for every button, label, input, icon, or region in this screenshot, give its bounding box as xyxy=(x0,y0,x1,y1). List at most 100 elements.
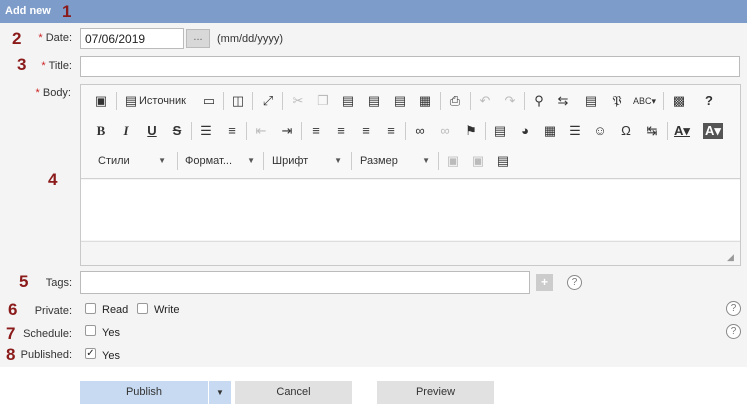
select-all-icon[interactable]: ▤ xyxy=(581,91,601,111)
justify-icon[interactable]: ≡ xyxy=(381,121,401,141)
size-combo[interactable]: Размер ▼ xyxy=(360,151,430,171)
marker-5: 5 xyxy=(19,272,29,291)
outdent-icon[interactable]: ⇤ xyxy=(251,121,271,141)
underline-icon[interactable]: U xyxy=(142,121,162,141)
copy-icon[interactable]: ❐ xyxy=(313,91,333,111)
published-checkbox[interactable]: ✓ xyxy=(85,348,96,359)
maximize-icon[interactable]: ⤢ xyxy=(258,91,278,111)
format-combo[interactable]: Формат... ▼ xyxy=(185,151,255,171)
toolbar-separator xyxy=(524,92,525,110)
date-label: * Date: xyxy=(30,32,72,44)
bulleted-list-icon[interactable]: ≡ xyxy=(222,121,242,141)
align-right-icon[interactable]: ≡ xyxy=(356,121,376,141)
templates-icon[interactable]: ▦ xyxy=(415,91,435,111)
page-break-icon[interactable]: ↹ xyxy=(642,121,662,141)
private-help-icon[interactable]: ? xyxy=(726,301,741,316)
editor-status-bar: ◢ xyxy=(81,241,740,265)
toolbar-separator xyxy=(116,92,117,110)
text-color-icon[interactable]: A▾ xyxy=(672,121,692,141)
tags-label: Tags: xyxy=(45,277,72,289)
preview-icon[interactable]: ◫ xyxy=(228,91,248,111)
marker-1: 1 xyxy=(62,2,72,21)
private-read-label: Read xyxy=(102,304,129,316)
undo-icon[interactable]: ↶ xyxy=(475,91,495,111)
anchor-icon[interactable]: ⚑ xyxy=(461,121,481,141)
font-combo[interactable]: Шрифт ▼ xyxy=(272,151,342,171)
title-input[interactable] xyxy=(80,56,740,77)
redo-icon[interactable]: ↷ xyxy=(500,91,520,111)
paste-word-icon[interactable]: ▤ xyxy=(390,91,410,111)
bold-icon[interactable]: B xyxy=(91,121,111,141)
private-write-checkbox[interactable] xyxy=(137,303,148,314)
publish-button[interactable]: Publish xyxy=(80,381,208,404)
tags-input[interactable] xyxy=(80,271,530,294)
schedule-help-icon[interactable]: ? xyxy=(726,324,741,339)
publish-options-button[interactable]: ▼ xyxy=(209,381,231,404)
paste-icon[interactable]: ▤ xyxy=(338,91,358,111)
unlink-icon[interactable]: ∞ xyxy=(435,121,455,141)
chevron-down-icon: ▼ xyxy=(422,156,430,165)
date-picker-button[interactable]: ... xyxy=(186,29,210,48)
flash-icon[interactable]: ◕ xyxy=(515,121,535,141)
toolbar-separator xyxy=(263,152,264,170)
cancel-button[interactable]: Cancel xyxy=(235,381,352,404)
indent-icon[interactable]: ⇥ xyxy=(277,121,297,141)
new-page-icon[interactable]: ▭ xyxy=(199,91,219,111)
paste-text-icon[interactable]: ▤ xyxy=(364,91,384,111)
title-label-text: Title: xyxy=(48,60,72,72)
cut-icon[interactable]: ✂ xyxy=(288,91,308,111)
marker-6: 6 xyxy=(8,300,18,319)
show-blocks-icon[interactable]: ▩ xyxy=(669,91,689,111)
schedule-checkbox[interactable] xyxy=(85,325,96,336)
rich-text-editor: ▣ ▤ Источник ▭ ◫ ⤢ ✂ ❐ ▤ ▤ ▤ ▦ ⎙ ↶ ↷ ⚲ ⇆… xyxy=(80,84,741,266)
comment-icon[interactable]: ▣ xyxy=(443,151,463,171)
background-color-icon[interactable]: A▾ xyxy=(703,123,723,139)
remove-comment-icon[interactable]: ▣ xyxy=(468,151,488,171)
align-center-icon[interactable]: ≡ xyxy=(331,121,351,141)
toolbar-separator xyxy=(667,122,668,140)
tags-help-icon[interactable]: ? xyxy=(567,275,582,290)
preview-button[interactable]: Preview xyxy=(377,381,494,404)
date-label-text: Date: xyxy=(45,32,72,44)
media-icon[interactable]: ▤ xyxy=(493,151,513,171)
format-combo-label: Формат... xyxy=(185,155,233,167)
chevron-down-icon: ▼ xyxy=(334,156,342,165)
help-icon[interactable]: ? xyxy=(699,91,719,111)
replace-icon[interactable]: ⇆ xyxy=(553,91,573,111)
save-icon[interactable]: ▣ xyxy=(91,91,111,111)
print-icon[interactable]: ⎙ xyxy=(445,91,465,111)
date-input[interactable]: 07/06/2019 xyxy=(80,28,184,49)
schedule-yes-label: Yes xyxy=(102,327,120,339)
toolbar-separator xyxy=(177,152,178,170)
source-icon[interactable]: ▤ xyxy=(121,91,141,111)
remove-format-icon[interactable]: 𝔓 xyxy=(607,91,627,111)
special-char-icon[interactable]: Ω xyxy=(616,121,636,141)
table-icon[interactable]: ▦ xyxy=(540,121,560,141)
image-icon[interactable]: ▤ xyxy=(490,121,510,141)
add-tag-button[interactable]: + xyxy=(536,274,553,291)
editor-content-area[interactable] xyxy=(81,180,740,240)
page-title: Add new xyxy=(5,5,51,17)
schedule-label: Schedule: xyxy=(23,328,72,340)
chevron-down-icon: ▼ xyxy=(247,156,255,165)
styles-combo-label: Стили xyxy=(98,155,130,167)
editor-toolbar: ▣ ▤ Источник ▭ ◫ ⤢ ✂ ❐ ▤ ▤ ▤ ▦ ⎙ ↶ ↷ ⚲ ⇆… xyxy=(81,85,740,179)
published-yes-label: Yes xyxy=(102,350,120,362)
resize-handle-icon[interactable]: ◢ xyxy=(727,252,737,262)
find-icon[interactable]: ⚲ xyxy=(529,91,549,111)
italic-icon[interactable]: I xyxy=(116,121,136,141)
spellcheck-icon[interactable]: ABC▾ xyxy=(633,91,656,111)
strikethrough-icon[interactable]: S xyxy=(167,121,187,141)
numbered-list-icon[interactable]: ☰ xyxy=(196,121,216,141)
source-button[interactable]: Источник xyxy=(139,91,186,111)
toolbar-separator xyxy=(246,122,247,140)
marker-4: 4 xyxy=(48,170,58,189)
private-read-checkbox[interactable] xyxy=(85,303,96,314)
toolbar-separator xyxy=(223,92,224,110)
align-left-icon[interactable]: ≡ xyxy=(306,121,326,141)
chevron-down-icon: ▼ xyxy=(216,388,224,397)
smiley-icon[interactable]: ☺ xyxy=(590,121,610,141)
horizontal-line-icon[interactable]: ☰ xyxy=(565,121,585,141)
styles-combo[interactable]: Стили ▼ xyxy=(98,151,166,171)
link-icon[interactable]: ∞ xyxy=(410,121,430,141)
